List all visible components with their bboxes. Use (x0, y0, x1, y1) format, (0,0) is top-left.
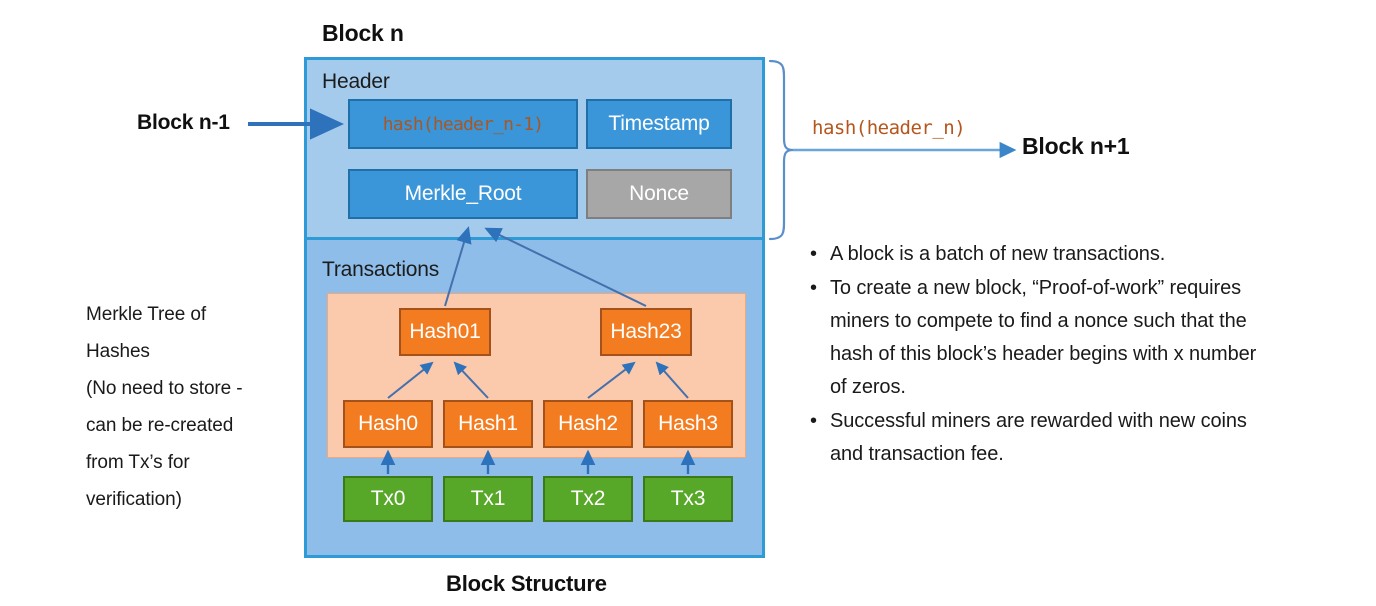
block-structure-caption: Block Structure (446, 571, 607, 596)
merkle-tree-note: Merkle Tree of Hashes (No need to store … (86, 296, 301, 518)
merkle-leaf-hash0[interactable]: Hash0 (343, 400, 433, 448)
previous-block-label: Block n-1 (137, 111, 230, 134)
note-line: Merkle Tree of (86, 304, 207, 325)
bullet-item: A block is a batch of new transactions. (808, 238, 1278, 271)
field-merkle-root[interactable]: Merkle_Root (348, 169, 578, 219)
note-line: from Tx’s for (86, 452, 190, 473)
note-line: Hashes (86, 341, 150, 362)
merkle-node-hash01[interactable]: Hash01 (399, 308, 491, 356)
field-timestamp[interactable]: Timestamp (586, 99, 732, 149)
transaction-tx2[interactable]: Tx2 (543, 476, 633, 522)
transaction-tx0[interactable]: Tx0 (343, 476, 433, 522)
note-line: can be re-created (86, 415, 234, 436)
outgoing-hash-label: hash(header_n) (812, 117, 966, 139)
block-n-title: Block n (322, 20, 404, 46)
next-block-label: Block n+1 (1022, 133, 1130, 159)
diagram-canvas: Block n Block n-1 hash(header_n) Block n… (0, 0, 1376, 606)
explanation-bullets: A block is a batch of new transactions. … (808, 238, 1278, 472)
transaction-tx3[interactable]: Tx3 (643, 476, 733, 522)
transactions-section-label: Transactions (322, 258, 440, 281)
merkle-leaf-hash1[interactable]: Hash1 (443, 400, 533, 448)
header-brace (768, 59, 794, 241)
merkle-leaf-hash3[interactable]: Hash3 (643, 400, 733, 448)
note-line: (No need to store - (86, 378, 243, 399)
field-nonce[interactable]: Nonce (586, 169, 732, 219)
merkle-leaf-hash2[interactable]: Hash2 (543, 400, 633, 448)
transaction-tx1[interactable]: Tx1 (443, 476, 533, 522)
merkle-node-hash23[interactable]: Hash23 (600, 308, 692, 356)
note-line: verification) (86, 489, 182, 510)
bullet-item: To create a new block, “Proof-of-work” r… (808, 272, 1278, 404)
bullet-item: Successful miners are rewarded with new … (808, 405, 1278, 471)
header-section-label: Header (322, 70, 390, 93)
field-prev-hash[interactable]: hash(header_n-1) (348, 99, 578, 149)
